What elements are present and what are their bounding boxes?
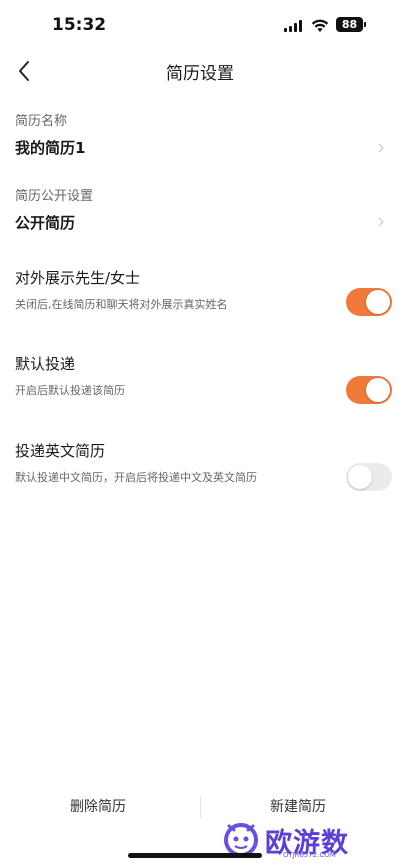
watermark-logo-icon [224,823,258,857]
chevron-right-icon [377,217,385,227]
page-title: 简历设置 [166,64,234,84]
delete-resume-button[interactable]: 删除简历 [70,796,126,816]
watermark-url: OYJR6572.COM [283,851,336,859]
watermark-text: 欧游数码 [265,828,349,859]
toggle-title: 对外展示先生/女士 [15,269,141,287]
english-resume-toggle[interactable] [346,463,392,491]
toggle-description: 关闭后,在线简历和聊天将对外展示真实姓名 [15,298,228,311]
honorific-toggle[interactable] [346,288,392,316]
default-delivery-toggle[interactable] [346,376,392,404]
chevron-right-icon [377,143,385,153]
create-resume-button[interactable]: 新建简历 [270,796,326,816]
status-time: 15:32 [52,15,107,35]
toggle-description: 开启后默认投递该简历 [15,384,125,397]
home-indicator [128,853,262,858]
public-setting-label: 简历公开设置 [15,189,94,204]
toggle-knob [366,290,390,314]
nav-bar: 简历设置 [0,52,400,90]
resume-name-label: 简历名称 [15,114,68,129]
toggle-knob [366,378,390,402]
toggle-row-honorific: 对外展示先生/女士 关闭后,在线简历和聊天将对外展示真实姓名 [0,260,400,330]
battery-icon: 88 [336,17,363,32]
public-setting-value: 公开简历 [15,214,76,232]
toggle-row-english-resume: 投递英文简历 默认投递中文简历，开启后将投递中文及英文简历 [0,433,400,503]
resume-name-value: 我的简历1 [15,139,86,157]
toggle-knob [348,465,372,489]
toggle-description: 默认投递中文简历，开启后将投递中文及英文简历 [15,471,257,484]
toggle-title: 投递英文简历 [15,442,106,460]
resume-name-row[interactable]: 简历名称 我的简历1 [0,100,400,170]
wifi-icon [311,18,329,32]
toggle-title: 默认投递 [15,355,76,373]
signal-icon [284,20,304,32]
public-setting-row[interactable]: 简历公开设置 公开简历 [0,175,400,245]
status-bar: 15:32 88 [0,0,400,52]
battery-cap [364,22,366,27]
divider [200,796,201,818]
toggle-row-default-delivery: 默认投递 开启后默认投递该简历 [0,346,400,416]
